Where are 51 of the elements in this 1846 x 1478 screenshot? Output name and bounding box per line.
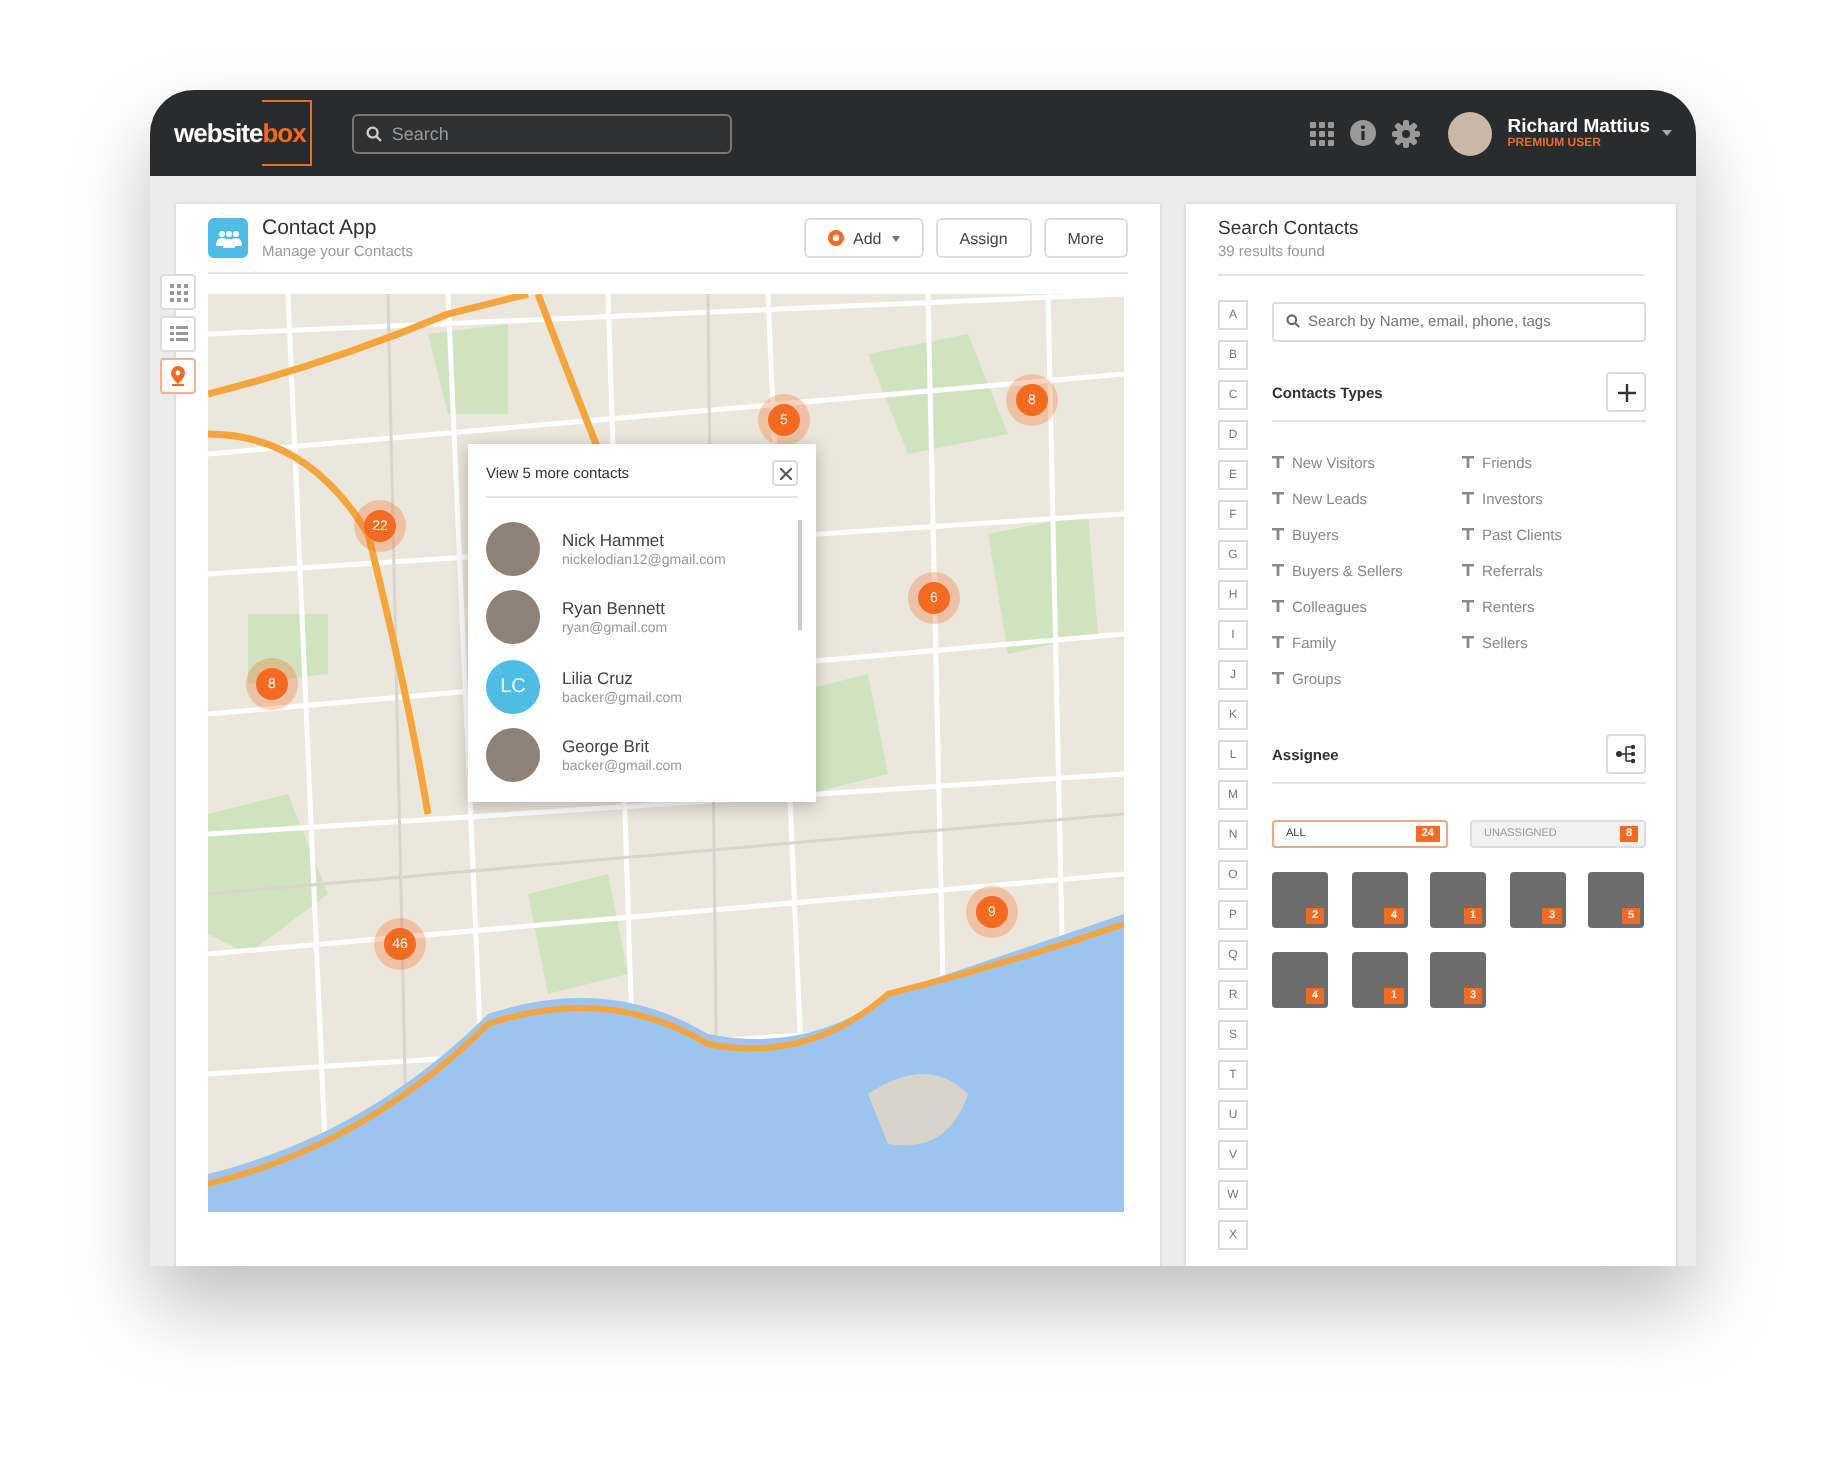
settings-icon[interactable] (1391, 119, 1420, 147)
panel-title: Search Contacts (1218, 218, 1361, 240)
list-icon (169, 326, 187, 342)
hierarchy-icon (1616, 744, 1636, 764)
filter-icon (1272, 672, 1284, 684)
filter-icon (1272, 528, 1284, 540)
avatar-photo-placeholder (486, 590, 540, 645)
filter-icon (1272, 636, 1284, 648)
view-toggle[interactable] (160, 358, 196, 394)
close-icon (779, 467, 791, 479)
view-toggle[interactable] (160, 316, 196, 352)
filter-icon (1462, 600, 1474, 612)
filter-icon (1462, 636, 1474, 648)
avatar-photo-placeholder (486, 728, 540, 783)
filter-icon (1462, 492, 1474, 504)
filter-icon (1272, 456, 1284, 468)
initials-avatar: LC (486, 659, 540, 714)
contact-name[interactable]: Nick Hammet (562, 529, 726, 550)
filter-icon (1462, 564, 1474, 576)
plus-circle-icon (827, 230, 844, 246)
filter-icon (1272, 564, 1284, 576)
user-name: Richard Mattius (1507, 116, 1650, 138)
apps-grid-icon[interactable] (1309, 121, 1334, 145)
view-toggle[interactable] (160, 274, 196, 310)
add-button[interactable]: Add (803, 218, 924, 258)
scrollbar[interactable] (798, 520, 802, 630)
user-avatar[interactable] (1447, 111, 1492, 155)
logo-accent-text: box (262, 100, 312, 166)
action-button[interactable]: Assign (935, 218, 1032, 258)
filter-icon (1462, 456, 1474, 468)
caret-icon[interactable] (1662, 130, 1672, 136)
add-button[interactable] (1606, 372, 1646, 412)
contact-name[interactable]: Ryan Bennett (562, 598, 668, 619)
logo-text: website (174, 118, 263, 148)
action-button[interactable]: More (1043, 218, 1128, 258)
filter-icon (1462, 528, 1474, 540)
plus-icon (1617, 383, 1635, 401)
map-pin-icon (170, 366, 186, 386)
contact-name[interactable]: Lilia Cruz (562, 667, 683, 688)
hierarchy-button[interactable] (1606, 734, 1646, 774)
filter-icon (1272, 600, 1284, 612)
caret-icon (891, 235, 900, 241)
filter-icon (1272, 492, 1284, 504)
app-title: Contact App (262, 216, 379, 240)
close-button[interactable] (772, 460, 798, 486)
contact-name[interactable]: George Brit (562, 736, 683, 757)
info-icon[interactable] (1349, 120, 1376, 146)
people-icon (208, 218, 248, 258)
grid-icon (169, 283, 187, 301)
search-field[interactable]: Search (351, 113, 732, 153)
avatar-photo-placeholder (486, 521, 540, 576)
